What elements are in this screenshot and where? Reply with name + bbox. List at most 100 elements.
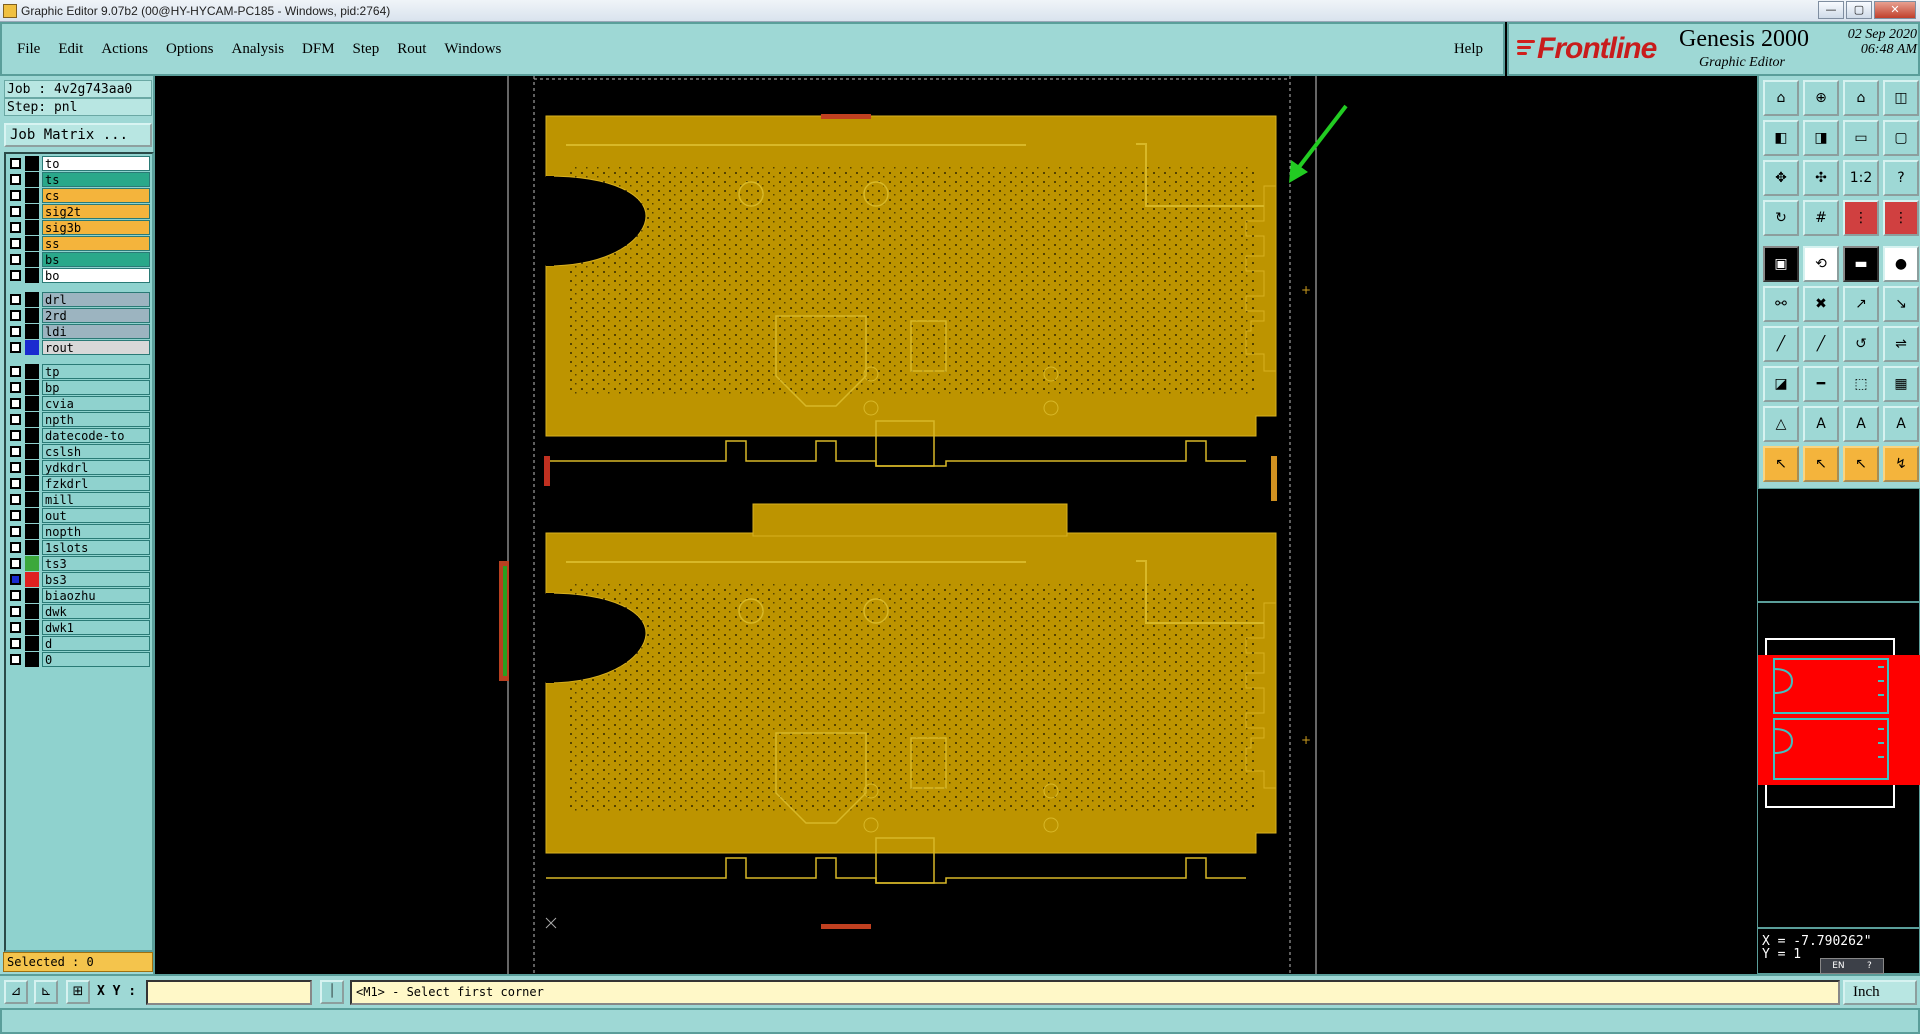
menu-step[interactable]: Step <box>353 41 380 58</box>
layer-name[interactable]: ts <box>42 172 150 187</box>
ime-indicator[interactable]: EN ? <box>1820 958 1884 974</box>
layer-row-bs[interactable]: bs <box>10 252 150 267</box>
layer-display-swatch[interactable] <box>25 540 39 555</box>
hline-icon[interactable]: ━ <box>1803 366 1839 402</box>
layer-affected-checkbox[interactable] <box>10 206 21 217</box>
measure-mode-icon[interactable]: ⊾ <box>34 980 58 1004</box>
layer-display-swatch[interactable] <box>25 268 39 283</box>
layer-row-ts[interactable]: ts <box>10 172 150 187</box>
rotate-icon[interactable]: ⟲ <box>1803 246 1839 282</box>
dot-icon[interactable]: ● <box>1883 246 1919 282</box>
layer-row-biaozhu[interactable]: biaozhu <box>10 588 150 603</box>
layer-display-swatch[interactable] <box>25 508 39 523</box>
layer-name[interactable]: cs <box>42 188 150 203</box>
layer-name[interactable]: cslsh <box>42 444 150 459</box>
grid-mode-icon[interactable]: ⊞ <box>66 980 90 1004</box>
job-matrix-button[interactable]: Job Matrix ... <box>4 123 152 147</box>
layer-name[interactable]: rout <box>42 340 150 355</box>
line-node-icon[interactable]: ↗ <box>1843 286 1879 322</box>
layer-display-swatch[interactable] <box>25 524 39 539</box>
fit-icon[interactable]: ▢ <box>1883 120 1919 156</box>
layer-row-to[interactable]: to <box>10 156 150 171</box>
zoom-in-icon[interactable]: ⊕ <box>1803 80 1839 116</box>
layer-display-swatch[interactable] <box>25 340 39 355</box>
layer-row-2rd[interactable]: 2rd <box>10 308 150 323</box>
snap-mode-icon[interactable]: ⊿ <box>4 980 28 1004</box>
layer-row-tp[interactable]: tp <box>10 364 150 379</box>
menu-actions[interactable]: Actions <box>101 41 148 58</box>
layer-name[interactable]: ydkdrl <box>42 460 150 475</box>
scale-icon[interactable]: 1:2 <box>1843 160 1879 196</box>
menu-help[interactable]: Help <box>1454 41 1483 58</box>
layer-affected-checkbox[interactable] <box>10 638 21 649</box>
layer-display-swatch[interactable] <box>25 172 39 187</box>
layer-name[interactable]: sig3b <box>42 220 150 235</box>
layer-name[interactable]: biaozhu <box>42 588 150 603</box>
layer-display-swatch[interactable] <box>25 236 39 251</box>
layer-affected-checkbox[interactable] <box>10 526 21 537</box>
menu-rout[interactable]: Rout <box>397 41 426 58</box>
layer-row-ss[interactable]: ss <box>10 236 150 251</box>
layer-affected-checkbox[interactable] <box>10 326 21 337</box>
layer-display-swatch[interactable] <box>25 380 39 395</box>
layer-name[interactable]: out <box>42 508 150 523</box>
layer-display-swatch[interactable] <box>25 620 39 635</box>
pan-right-icon[interactable]: ◨ <box>1803 120 1839 156</box>
layer-display-swatch[interactable] <box>25 412 39 427</box>
layer-row-ts3[interactable]: ts3 <box>10 556 150 571</box>
layer-affected-checkbox[interactable] <box>10 606 21 617</box>
layer-name[interactable]: to <box>42 156 150 171</box>
layer-display-swatch[interactable] <box>25 572 39 587</box>
menu-file[interactable]: File <box>17 41 40 58</box>
layer-affected-checkbox[interactable] <box>10 510 21 521</box>
layer-affected-checkbox[interactable] <box>10 542 21 553</box>
layer-display-swatch[interactable] <box>25 156 39 171</box>
layer-name[interactable]: 2rd <box>42 308 150 323</box>
zoom-home-icon[interactable]: ⌂ <box>1763 80 1799 116</box>
layer-affected-checkbox[interactable] <box>10 462 21 473</box>
layer-display-swatch[interactable] <box>25 188 39 203</box>
layer-display-swatch[interactable] <box>25 636 39 651</box>
layer-display-swatch[interactable] <box>25 444 39 459</box>
layer-row-d[interactable]: d <box>10 636 150 651</box>
layer-affected-checkbox[interactable] <box>10 414 21 425</box>
layer-name[interactable]: bp <box>42 380 150 395</box>
pattern-icon[interactable]: ▦ <box>1883 366 1919 402</box>
layer-row-0[interactable]: 0 <box>10 652 150 667</box>
layer-name[interactable]: tp <box>42 364 150 379</box>
layer-affected-checkbox[interactable] <box>10 430 21 441</box>
layer-row-datecode-to[interactable]: datecode-to <box>10 428 150 443</box>
layer-row-bo[interactable]: bo <box>10 268 150 283</box>
layer-name[interactable]: fzkdrl <box>42 476 150 491</box>
select-icon[interactable]: ↖ <box>1803 446 1839 482</box>
layer-row-sig3b[interactable]: sig3b <box>10 220 150 235</box>
close-button[interactable]: ✕ <box>1874 1 1916 19</box>
layer-affected-checkbox[interactable] <box>10 174 21 185</box>
pointer-icon[interactable]: ↖ <box>1763 446 1799 482</box>
layer-name[interactable]: cvia <box>42 396 150 411</box>
split-view-icon[interactable]: ◫ <box>1883 80 1919 116</box>
overview-map[interactable] <box>1757 602 1920 928</box>
layer-display-swatch[interactable] <box>25 556 39 571</box>
layer-affected-checkbox[interactable] <box>10 310 21 321</box>
pad-icon[interactable]: ◪ <box>1763 366 1799 402</box>
menu-edit[interactable]: Edit <box>58 41 83 58</box>
layer-affected-checkbox[interactable] <box>10 590 21 601</box>
layer-row-sig2t[interactable]: sig2t <box>10 204 150 219</box>
layer-row-cs[interactable]: cs <box>10 188 150 203</box>
layer-display-swatch[interactable] <box>25 492 39 507</box>
layer-affected-checkbox[interactable] <box>10 190 21 201</box>
triangle-icon[interactable]: △ <box>1763 406 1799 442</box>
camera-icon[interactable]: ▣ <box>1763 246 1799 282</box>
layer-affected-checkbox[interactable] <box>10 222 21 233</box>
layer-name[interactable]: drl <box>42 292 150 307</box>
menu-options[interactable]: Options <box>166 41 214 58</box>
layer-affected-checkbox[interactable] <box>10 574 21 585</box>
ime-help-icon[interactable]: ? <box>1867 961 1872 971</box>
layer-row-bs3[interactable]: bs3 <box>10 572 150 587</box>
minimize-button[interactable]: — <box>1818 1 1844 19</box>
layer-affected-checkbox[interactable] <box>10 158 21 169</box>
maximize-button[interactable]: ▢ <box>1846 1 1872 19</box>
layers-red-icon[interactable]: ⋮ <box>1843 200 1879 236</box>
layer-row-cslsh[interactable]: cslsh <box>10 444 150 459</box>
